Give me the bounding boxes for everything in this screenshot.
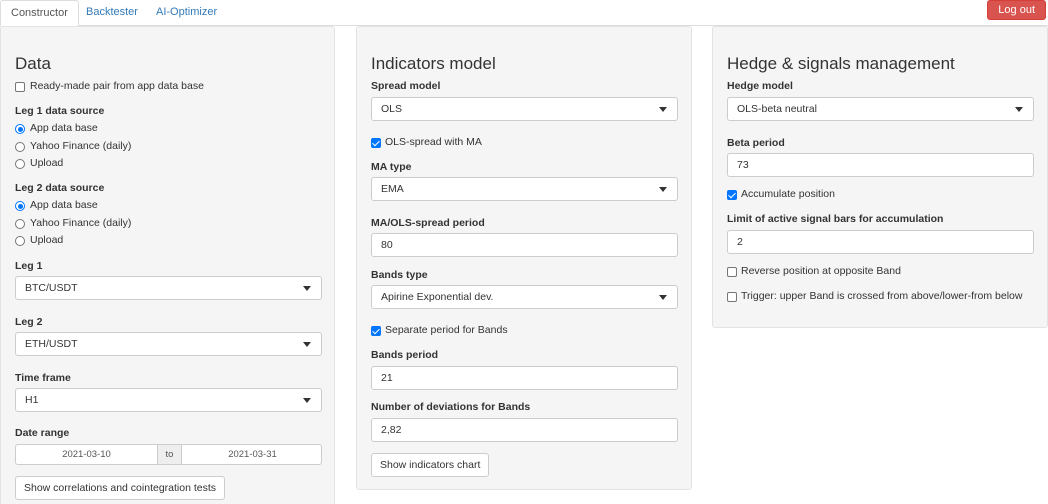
show-correlations-button[interactable]: Show correlations and cointegration test… bbox=[15, 476, 226, 500]
hedge-model-select[interactable]: OLS-beta neutral bbox=[727, 97, 1034, 121]
ma-type-value: EMA bbox=[381, 183, 404, 195]
num-deviations-value: 2,82 bbox=[381, 424, 402, 436]
tab-backtester[interactable]: Backtester bbox=[76, 0, 148, 26]
data-panel: Data Ready-made pair from app data base … bbox=[0, 26, 335, 504]
ma-type-select[interactable]: EMA bbox=[371, 177, 678, 201]
leg1-select[interactable]: BTC/USDT bbox=[15, 276, 322, 300]
beta-period-input[interactable]: 73 bbox=[727, 153, 1034, 177]
ready-made-checkbox[interactable] bbox=[15, 82, 25, 92]
leg1-radio-yahoo[interactable] bbox=[15, 142, 25, 152]
spread-model-select[interactable]: OLS bbox=[371, 97, 678, 121]
trigger-checkbox[interactable] bbox=[727, 292, 737, 302]
hedge-panel-title: Hedge & signals management bbox=[727, 54, 955, 73]
spread-model-label: Spread model bbox=[371, 80, 441, 92]
leg1-select-value: BTC/USDT bbox=[25, 282, 78, 294]
limit-input[interactable]: 2 bbox=[727, 230, 1034, 254]
ready-made-label: Ready-made pair from app data base bbox=[30, 80, 204, 92]
leg2-select[interactable]: ETH/USDT bbox=[15, 332, 322, 356]
leg1-source-label: Leg 1 data source bbox=[15, 105, 105, 117]
leg2-radio-yahoo[interactable] bbox=[15, 219, 25, 229]
leg1-radio-app-db[interactable] bbox=[15, 124, 25, 134]
timeframe-select-value: H1 bbox=[25, 394, 39, 406]
beta-period-label: Beta period bbox=[727, 137, 785, 149]
separate-period-checkbox[interactable] bbox=[371, 326, 381, 336]
num-deviations-label: Number of deviations for Bands bbox=[371, 401, 531, 413]
chevron-down-icon bbox=[303, 342, 311, 347]
accumulate-checkbox[interactable] bbox=[727, 190, 737, 200]
timeframe-label: Time frame bbox=[15, 372, 71, 384]
bands-type-value: Apirine Exponential dev. bbox=[381, 291, 494, 303]
leg1-option-app-db: App data base bbox=[30, 122, 98, 134]
chevron-down-icon bbox=[659, 107, 667, 112]
num-deviations-input[interactable]: 2,82 bbox=[371, 418, 678, 442]
date-end-input[interactable]: 2021-03-31 bbox=[182, 445, 321, 464]
leg2-label: Leg 2 bbox=[15, 316, 43, 328]
chevron-down-icon bbox=[1015, 107, 1023, 112]
leg1-option-yahoo: Yahoo Finance (daily) bbox=[30, 140, 132, 152]
leg1-radio-upload[interactable] bbox=[15, 159, 25, 169]
bands-type-label: Bands type bbox=[371, 269, 428, 281]
tab-ai-optimizer[interactable]: AI-Optimizer bbox=[146, 0, 227, 26]
leg1-option-upload: Upload bbox=[30, 157, 64, 169]
leg2-option-upload: Upload bbox=[30, 234, 64, 246]
spread-model-value: OLS bbox=[381, 103, 403, 115]
leg2-option-yahoo: Yahoo Finance (daily) bbox=[30, 217, 132, 229]
reverse-checkbox[interactable] bbox=[727, 267, 737, 277]
ma-period-input[interactable]: 80 bbox=[371, 233, 678, 257]
hedge-model-value: OLS-beta neutral bbox=[737, 103, 817, 115]
date-range-label: Date range bbox=[15, 427, 70, 439]
beta-period-value: 73 bbox=[737, 159, 749, 171]
date-range-separator: to bbox=[157, 445, 182, 464]
ma-type-label: MA type bbox=[371, 161, 412, 173]
ma-period-label: MA/OLS-spread period bbox=[371, 217, 485, 229]
ma-period-value: 80 bbox=[381, 239, 393, 251]
ols-ma-checkbox[interactable] bbox=[371, 138, 381, 148]
leg2-source-label: Leg 2 data source bbox=[15, 182, 105, 194]
leg2-radio-upload[interactable] bbox=[15, 236, 25, 246]
leg2-select-value: ETH/USDT bbox=[25, 338, 78, 350]
tab-constructor[interactable]: Constructor bbox=[0, 0, 79, 27]
hedge-panel: Hedge & signals management Hedge model O… bbox=[712, 26, 1048, 328]
data-panel-title: Data bbox=[15, 54, 51, 73]
date-start-input[interactable]: 2021-03-10 bbox=[16, 445, 157, 464]
bands-type-select[interactable]: Apirine Exponential dev. bbox=[371, 285, 678, 309]
bands-period-label: Bands period bbox=[371, 349, 439, 361]
leg2-radio-app-db[interactable] bbox=[15, 201, 25, 211]
bands-period-value: 21 bbox=[381, 372, 393, 384]
limit-label: Limit of active signal bars for accumula… bbox=[727, 213, 944, 225]
show-indicators-chart-button[interactable]: Show indicators chart bbox=[371, 453, 490, 477]
bands-period-input[interactable]: 21 bbox=[371, 366, 678, 390]
accumulate-label: Accumulate position bbox=[741, 188, 835, 200]
chevron-down-icon bbox=[659, 295, 667, 300]
hedge-model-label: Hedge model bbox=[727, 80, 793, 92]
limit-value: 2 bbox=[737, 236, 743, 248]
chevron-down-icon bbox=[659, 187, 667, 192]
chevron-down-icon bbox=[303, 286, 311, 291]
chevron-down-icon bbox=[303, 398, 311, 403]
reverse-label: Reverse position at opposite Band bbox=[741, 265, 901, 277]
date-range-picker: 2021-03-10 to 2021-03-31 bbox=[15, 444, 322, 465]
trigger-label: Trigger: upper Band is crossed from abov… bbox=[741, 290, 1023, 302]
leg1-label: Leg 1 bbox=[15, 260, 43, 272]
separate-period-label: Separate period for Bands bbox=[385, 324, 508, 336]
logout-button[interactable]: Log out bbox=[987, 0, 1046, 20]
navbar: Constructor Backtester AI-Optimizer Log … bbox=[0, 0, 1048, 27]
leg2-option-app-db: App data base bbox=[30, 199, 98, 211]
indicators-panel: Indicators model Spread model OLS OLS-sp… bbox=[356, 26, 692, 490]
ols-ma-label: OLS-spread with MA bbox=[385, 136, 482, 148]
timeframe-select[interactable]: H1 bbox=[15, 388, 322, 412]
indicators-panel-title: Indicators model bbox=[371, 54, 496, 73]
